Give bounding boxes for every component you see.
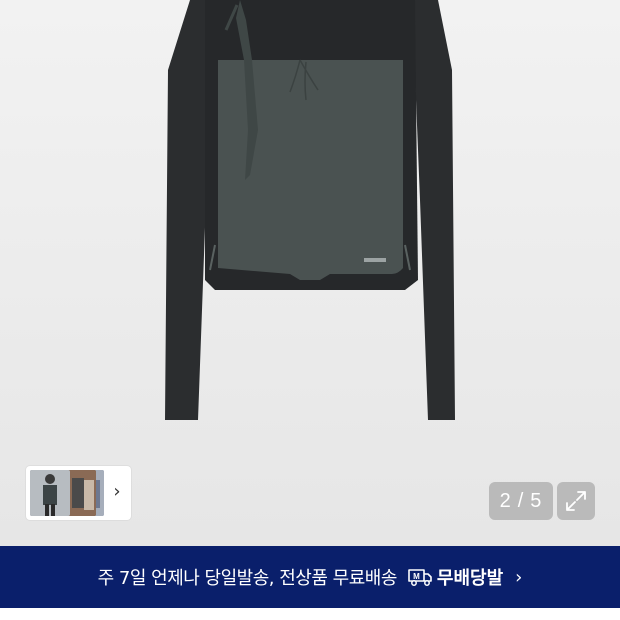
- shipping-banner[interactable]: 주 7일 언제나 당일발송, 전상품 무료배송 M 무배당발 ›: [0, 546, 620, 608]
- bottom-spacer: [0, 608, 620, 620]
- page-counter: 2 / 5: [489, 482, 553, 520]
- label-tag: [364, 258, 386, 262]
- delivery-truck-icon: M: [408, 569, 432, 586]
- chevron-right-icon[interactable]: ›: [110, 480, 124, 504]
- badge-label: 무배당발: [436, 568, 504, 589]
- garment-illustration: [165, 0, 455, 420]
- free-shipping-badge: M 무배당발: [407, 564, 503, 590]
- thumbnail-2[interactable]: [66, 470, 96, 516]
- right-sleeve: [412, 0, 455, 420]
- page-separator: /: [517, 489, 525, 512]
- truck-letter: M: [413, 572, 420, 581]
- product-image[interactable]: [0, 0, 620, 546]
- expand-arrows-icon: [566, 491, 586, 511]
- current-page: 2: [499, 489, 512, 512]
- total-pages: 5: [530, 489, 543, 512]
- thumbnail-1[interactable]: [30, 470, 70, 516]
- expand-button[interactable]: [557, 482, 595, 520]
- banner-text: 주 7일 언제나 당일발송, 전상품 무료배송: [97, 568, 398, 589]
- chevron-right-icon: ›: [515, 566, 523, 588]
- thumbnail-strip[interactable]: ›: [26, 466, 131, 520]
